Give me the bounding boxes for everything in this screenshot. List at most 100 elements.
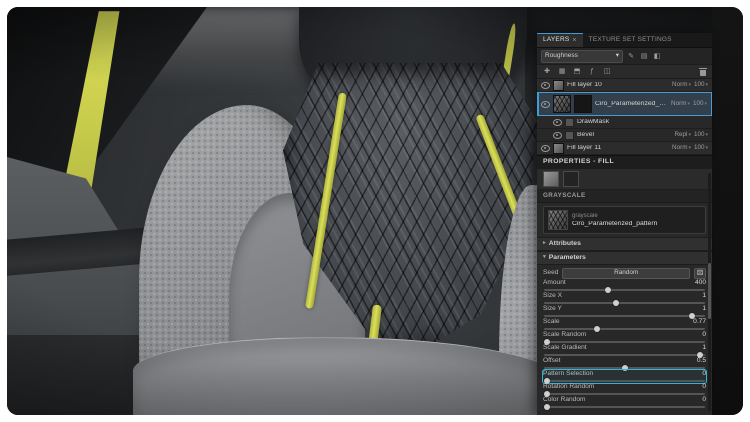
param-row-scale-random: Scale Random 0	[543, 331, 706, 345]
random-seed-button[interactable]: Random	[562, 267, 690, 279]
param-value[interactable]: 0	[702, 371, 706, 378]
add-layer-icon[interactable]: ✚	[542, 67, 552, 77]
visibility-eye-icon[interactable]	[541, 144, 550, 152]
param-slider[interactable]	[544, 377, 705, 384]
grayscale-resource-slot[interactable]: grayscale Ciro_Parameterized_pattern	[543, 206, 706, 234]
filter-effect-icon	[565, 130, 574, 140]
visibility-eye-icon[interactable]	[553, 118, 562, 126]
effect-name: Bevel	[577, 131, 595, 138]
add-effect-icon[interactable]: ƒ	[587, 67, 597, 77]
effect-name: DrawMask	[577, 118, 610, 125]
param-value[interactable]: 0.77	[693, 319, 706, 326]
layer-row-ciro-pattern-selected[interactable]: Ciro_Parameterized_p... Norm 100	[537, 92, 712, 116]
add-folder-icon[interactable]: ⬒	[572, 67, 582, 77]
mask-thumbnail	[574, 95, 592, 113]
param-value[interactable]: 400	[695, 280, 706, 287]
param-slider[interactable]	[544, 351, 705, 358]
param-slider[interactable]	[544, 325, 705, 332]
channel-row: Roughness ▾ ✎ ▤ ◧	[537, 48, 712, 65]
fill-thumbnail	[553, 95, 571, 113]
param-row-offset: Offset 0.5	[543, 357, 706, 371]
properties-header: PROPERTIES - FILL	[537, 155, 712, 169]
param-row-seed: Seed Random ⚄	[543, 267, 706, 279]
tab-texture-set-settings[interactable]: TEXTURE SET SETTINGS	[583, 33, 678, 47]
layer-row-fill-10[interactable]: Fill layer 10 Norm 100	[537, 79, 712, 92]
param-row-size-y: Size Y 1	[543, 305, 706, 319]
layer-name: Ciro_Parameterized_p...	[595, 100, 669, 107]
param-slider[interactable]	[544, 299, 705, 306]
layer-stack: Fill layer 10 Norm 100 Ciro_Parameterize…	[537, 79, 712, 155]
right-dock-panel: LAYERS × TEXTURE SET SETTINGS Roughness …	[537, 33, 712, 415]
param-value[interactable]: 0	[702, 384, 706, 391]
channel-dropdown[interactable]: Roughness ▾	[541, 49, 623, 63]
param-slider[interactable]	[544, 364, 705, 371]
empty-preview-thumb[interactable]	[563, 171, 579, 187]
add-fill-layer-icon[interactable]: ▦	[557, 67, 567, 77]
param-slider[interactable]	[544, 390, 705, 397]
param-slider[interactable]	[544, 338, 705, 345]
scrollbar-thumb[interactable]	[708, 263, 711, 320]
opacity-dropdown[interactable]: 100	[694, 144, 708, 151]
param-row-scale-gradient: Scale Gradient 1	[543, 344, 706, 358]
param-slider[interactable]	[544, 286, 705, 293]
layer-thumbnail	[553, 142, 564, 154]
blend-mode-dropdown[interactable]: Norm	[671, 100, 690, 107]
blend-mode-dropdown[interactable]: Norm	[672, 81, 691, 88]
opacity-dropdown[interactable]: 100	[694, 81, 708, 88]
layer-row-fill-11[interactable]: Fill layer 11 Norm 100	[537, 142, 712, 155]
visibility-eye-icon[interactable]	[541, 100, 550, 108]
param-row-scale: Scale 0.77	[543, 318, 706, 332]
param-value[interactable]: 1	[702, 293, 706, 300]
blend-mode-dropdown[interactable]: Repl	[675, 131, 691, 138]
pencil-icon[interactable]: ✎	[626, 51, 636, 61]
mask-view-icon[interactable]: ◧	[652, 51, 662, 61]
param-row-rotation-random: Rotation Random 0	[543, 383, 706, 397]
trash-icon[interactable]	[699, 67, 707, 76]
parameters-list: Seed Random ⚄ Amount 400 Size X1 Size Y1 …	[537, 265, 712, 415]
param-label: Amount	[543, 279, 566, 287]
param-slider[interactable]	[544, 403, 705, 410]
effect-row-drawmask[interactable]: DrawMask	[537, 116, 712, 129]
layer-thumbnail	[553, 79, 564, 91]
opacity-dropdown[interactable]: 100	[693, 100, 707, 107]
panel-scrollbar[interactable]	[708, 173, 711, 411]
tri-down-icon: ▾	[543, 254, 546, 261]
window-background	[712, 7, 743, 415]
visibility-eye-icon[interactable]	[553, 131, 562, 139]
tri-right-icon: ▸	[543, 240, 546, 247]
attributes-section-header[interactable]: ▸ Attributes	[537, 237, 712, 251]
chevron-down-icon: ▾	[615, 51, 619, 59]
visibility-eye-icon[interactable]	[541, 81, 550, 89]
blend-mode-dropdown[interactable]: Norm	[672, 144, 691, 151]
param-label: Seed	[543, 268, 559, 276]
param-value[interactable]: 1	[702, 306, 706, 313]
param-slider[interactable]	[544, 312, 705, 319]
layer-name: Fill layer 10	[567, 81, 602, 88]
opacity-dropdown[interactable]: 100	[694, 131, 708, 138]
add-mask-icon[interactable]: ◫	[602, 67, 612, 77]
param-value[interactable]: 0.5	[697, 358, 706, 365]
param-label: Scale	[543, 318, 560, 326]
list-icon[interactable]: ▤	[639, 51, 649, 61]
app-screenshot: LAYERS × TEXTURE SET SETTINGS Roughness …	[7, 7, 743, 415]
dice-icon[interactable]: ⚄	[694, 267, 706, 279]
layer-name: Fill layer 11	[567, 144, 602, 151]
param-label: Scale Random	[543, 331, 587, 339]
grayscale-section-label: GRAYSCALE	[537, 190, 712, 203]
channel-dropdown-value: Roughness	[545, 51, 578, 59]
parameters-section-header[interactable]: ▾ Parameters	[537, 251, 712, 265]
effect-row-bevel[interactable]: Bevel Repl 100	[537, 129, 712, 142]
param-value[interactable]: 0	[702, 332, 706, 339]
grayscale-preview-thumb[interactable]	[543, 171, 559, 187]
param-row-amount: Amount 400	[543, 279, 706, 293]
material-preview-row	[537, 169, 712, 190]
param-label: Offset	[543, 357, 561, 365]
param-value[interactable]: 0	[702, 397, 706, 404]
tab-layers[interactable]: LAYERS ×	[537, 33, 583, 47]
slider-knob[interactable]	[544, 403, 551, 410]
param-value[interactable]: 1	[702, 345, 706, 352]
param-label: Color Random	[543, 396, 586, 404]
resource-type-label: grayscale	[572, 212, 598, 219]
paint-effect-icon	[565, 117, 574, 127]
close-icon[interactable]: ×	[572, 37, 576, 44]
